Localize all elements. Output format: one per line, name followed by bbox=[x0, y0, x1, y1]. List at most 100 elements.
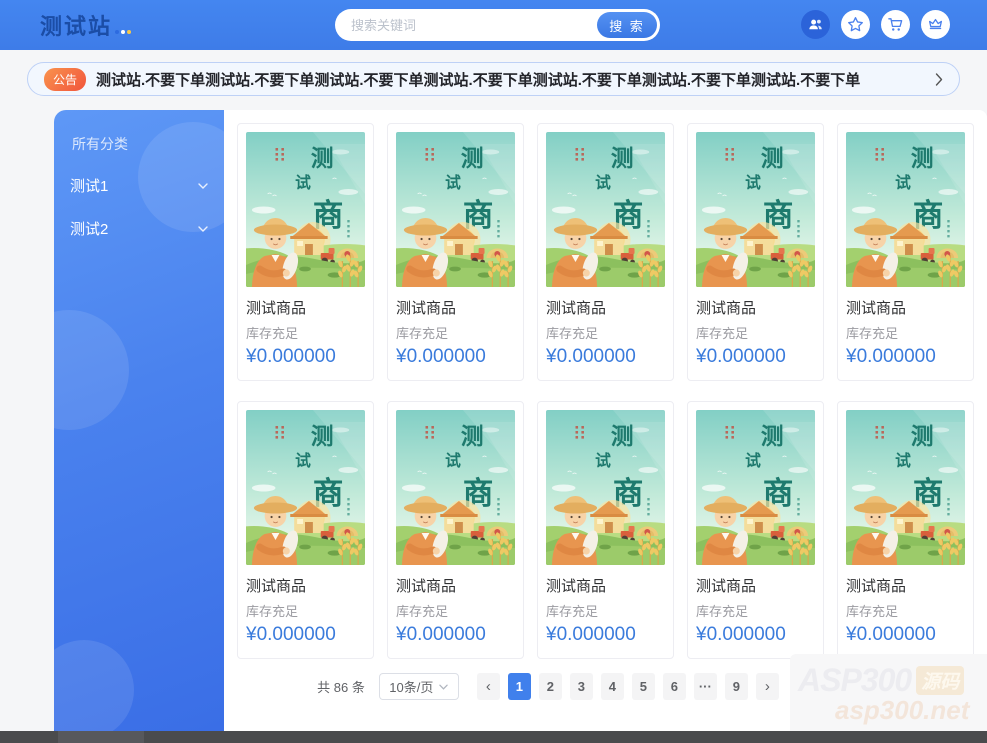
image-char: 试 bbox=[295, 173, 311, 192]
image-char: 试 bbox=[745, 173, 761, 192]
image-char: 试 bbox=[445, 173, 461, 192]
search-input[interactable] bbox=[351, 18, 597, 33]
product-card[interactable]: 测 试 商 品 bbox=[387, 123, 524, 381]
product-price: ¥0.000000 bbox=[846, 346, 965, 368]
sidebar-category-item[interactable]: 测试2 bbox=[54, 207, 224, 250]
sidebar-category-list: 测试1 测试2 bbox=[54, 164, 224, 250]
site-logo[interactable]: 测试站 bbox=[40, 9, 131, 41]
product-card[interactable]: 测 试 商 品 bbox=[687, 123, 824, 381]
image-char: 测 bbox=[461, 146, 484, 172]
horizontal-scrollbar[interactable] bbox=[0, 731, 987, 743]
page-size-value: 10条/页 bbox=[389, 677, 433, 696]
product-price: ¥0.000000 bbox=[546, 624, 665, 646]
product-price: ¥0.000000 bbox=[396, 346, 515, 368]
favorites-button[interactable] bbox=[841, 10, 870, 39]
page-button-2[interactable]: 2 bbox=[539, 673, 562, 700]
product-price: ¥0.000000 bbox=[846, 624, 965, 646]
goto-label: 前往 bbox=[799, 677, 825, 696]
image-char: 试 bbox=[445, 451, 461, 470]
product-stock: 库存充足 bbox=[846, 601, 965, 620]
product-price: ¥0.000000 bbox=[546, 346, 665, 368]
product-price: ¥0.000000 bbox=[696, 624, 815, 646]
product-stock: 库存充足 bbox=[546, 323, 665, 342]
page-button-9[interactable]: 9 bbox=[725, 673, 748, 700]
page-button-3[interactable]: 3 bbox=[570, 673, 593, 700]
page-button-5[interactable]: 5 bbox=[632, 673, 655, 700]
next-page-button[interactable]: › bbox=[756, 673, 779, 700]
product-card[interactable]: 测 试 商 品 bbox=[237, 401, 374, 659]
product-price: ¥0.000000 bbox=[246, 624, 365, 646]
product-title: 测试商品 bbox=[546, 575, 665, 596]
goto-page-input[interactable] bbox=[833, 673, 873, 700]
product-title: 测试商品 bbox=[846, 297, 965, 318]
scrollbar-thumb[interactable] bbox=[58, 731, 144, 743]
product-title: 测试商品 bbox=[696, 297, 815, 318]
product-image: 测 试 商 品 bbox=[396, 132, 515, 287]
chevron-right-icon bbox=[935, 73, 943, 86]
product-card[interactable]: 测 试 商 品 bbox=[837, 401, 974, 659]
product-stock: 库存充足 bbox=[846, 323, 965, 342]
users-icon bbox=[807, 16, 824, 33]
product-stock: 库存充足 bbox=[396, 323, 515, 342]
page-button-1[interactable]: 1 bbox=[508, 673, 531, 700]
image-char: 测 bbox=[461, 424, 484, 450]
star-icon bbox=[847, 16, 864, 33]
image-char: 试 bbox=[595, 451, 611, 470]
product-title: 测试商品 bbox=[396, 297, 515, 318]
product-card[interactable]: 测 试 商 品 bbox=[237, 123, 374, 381]
pagination: 共 86 条 10条/页 ‹ 1 2 3 4 5 6 ··· 9 › 前往 bbox=[237, 673, 974, 700]
sidebar-category-item[interactable]: 测试1 bbox=[54, 164, 224, 207]
product-image: 测 试 商 品 bbox=[246, 410, 365, 565]
chevron-down-icon bbox=[439, 684, 448, 690]
decorative-circle bbox=[54, 310, 129, 430]
product-stock: 库存充足 bbox=[396, 601, 515, 620]
vip-button[interactable] bbox=[921, 10, 950, 39]
image-char: 测 bbox=[761, 146, 784, 172]
product-title: 测试商品 bbox=[396, 575, 515, 596]
product-stock: 库存充足 bbox=[246, 601, 365, 620]
product-image: 测 试 商 品 bbox=[546, 132, 665, 287]
product-image: 测 试 商 品 bbox=[696, 132, 815, 287]
sidebar-category-label: 测试1 bbox=[70, 175, 108, 196]
product-title: 测试商品 bbox=[696, 575, 815, 596]
product-card[interactable]: 测 试 商 品 bbox=[687, 401, 824, 659]
image-char: 试 bbox=[895, 173, 911, 192]
page-button-6[interactable]: 6 bbox=[663, 673, 686, 700]
product-image: 测 试 商 品 bbox=[696, 410, 815, 565]
product-image: 测 试 商 品 bbox=[846, 410, 965, 565]
product-card[interactable]: 测 试 商 品 bbox=[537, 401, 674, 659]
announcement-banner[interactable]: 公告 测试站.不要下单测试站.不要下单测试站.不要下单测试站.不要下单测试站.不… bbox=[27, 62, 960, 96]
announcement-badge: 公告 bbox=[44, 68, 86, 91]
product-title: 测试商品 bbox=[246, 297, 365, 318]
product-stock: 库存充足 bbox=[696, 323, 815, 342]
page-size-select[interactable]: 10条/页 bbox=[379, 673, 459, 700]
pages-ellipsis-button[interactable]: ··· bbox=[694, 673, 717, 700]
image-char: 测 bbox=[611, 424, 634, 450]
image-char: 试 bbox=[745, 451, 761, 470]
product-stock: 库存充足 bbox=[546, 601, 665, 620]
product-image: 测 试 商 品 bbox=[396, 410, 515, 565]
search-button[interactable]: 搜 索 bbox=[597, 12, 657, 38]
prev-page-button[interactable]: ‹ bbox=[477, 673, 500, 700]
image-char: 测 bbox=[911, 146, 934, 172]
product-card[interactable]: 测 试 商 品 bbox=[537, 123, 674, 381]
product-title: 测试商品 bbox=[846, 575, 965, 596]
product-card[interactable]: 测 试 商 品 bbox=[387, 401, 524, 659]
product-price: ¥0.000000 bbox=[696, 346, 815, 368]
cart-button[interactable] bbox=[881, 10, 910, 39]
users-button[interactable] bbox=[801, 10, 830, 39]
image-char: 测 bbox=[311, 424, 334, 450]
content-area: 所有分类 测试1 测试2 bbox=[54, 110, 933, 731]
chevron-down-icon bbox=[198, 226, 208, 232]
sidebar-title: 所有分类 bbox=[72, 134, 224, 154]
category-sidebar: 所有分类 测试1 测试2 bbox=[54, 110, 224, 731]
product-stock: 库存充足 bbox=[246, 323, 365, 342]
decorative-circle bbox=[54, 640, 134, 731]
logo-dots-decoration bbox=[115, 30, 131, 34]
page-button-4[interactable]: 4 bbox=[601, 673, 624, 700]
announcement-text: 测试站.不要下单测试站.不要下单测试站.不要下单测试站.不要下单测试站.不要下单… bbox=[96, 69, 925, 90]
product-card[interactable]: 测 试 商 品 bbox=[837, 123, 974, 381]
goto-page: 前往 页 bbox=[799, 673, 894, 700]
search-bar: 搜 索 bbox=[335, 9, 660, 41]
product-price: ¥0.000000 bbox=[246, 346, 365, 368]
